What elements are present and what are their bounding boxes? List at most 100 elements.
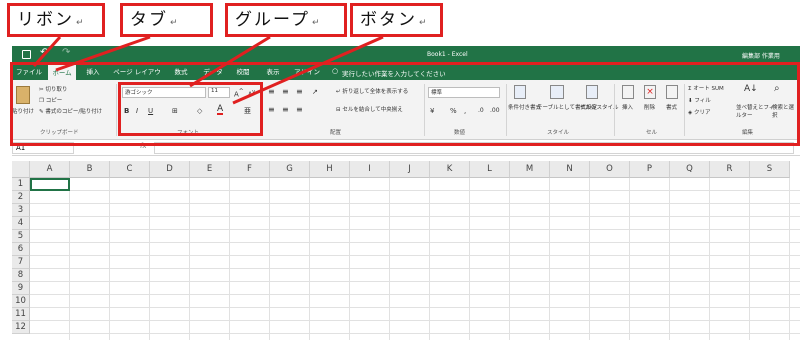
column-header-n[interactable]: N <box>550 161 590 178</box>
row-header-9[interactable]: 9 <box>12 282 30 295</box>
currency-icon[interactable]: ¥ <box>430 107 434 115</box>
tab-view[interactable]: 表示 <box>262 64 284 80</box>
row-header-4[interactable]: 4 <box>12 217 30 230</box>
column-header-c[interactable]: C <box>110 161 150 178</box>
insert-cells-button[interactable]: 挿入 <box>622 104 633 112</box>
comma-icon[interactable]: , <box>464 107 466 115</box>
save-icon[interactable] <box>22 50 31 59</box>
column-header-h[interactable]: H <box>310 161 350 178</box>
row-header-11[interactable]: 11 <box>12 308 30 321</box>
increase-decimal-icon[interactable]: .0 <box>478 107 484 115</box>
tab-review[interactable]: 校閲 <box>232 64 254 80</box>
find-select-button[interactable]: 検索と選択 <box>772 104 798 120</box>
tell-me-box[interactable]: 実行したい作業を入力してください <box>342 68 446 78</box>
fx-icon[interactable]: fx <box>140 142 147 150</box>
paste-button[interactable]: 貼り付け <box>12 108 34 116</box>
tab-home[interactable]: ホーム <box>48 64 76 80</box>
column-header-q[interactable]: Q <box>670 161 710 178</box>
row-header-6[interactable]: 6 <box>12 243 30 256</box>
column-header-d[interactable]: D <box>150 161 190 178</box>
clear-button[interactable]: ◈ クリア <box>688 109 711 117</box>
phonetic-icon[interactable]: 亜 <box>244 107 251 115</box>
fill-button[interactable]: ⬇ フィル <box>688 97 711 105</box>
row-header-7[interactable]: 7 <box>12 256 30 269</box>
align-middle-icon[interactable]: ≡ <box>282 88 289 96</box>
undo-icon[interactable]: ↶ <box>40 47 48 58</box>
delete-cells-button[interactable]: 削除 <box>644 104 655 112</box>
decrease-decimal-icon[interactable]: .00 <box>490 107 500 115</box>
column-header-o[interactable]: O <box>590 161 630 178</box>
underline-icon[interactable]: U <box>148 107 153 115</box>
italic-icon[interactable]: I <box>136 107 138 115</box>
align-center-icon[interactable]: ≡ <box>282 106 289 114</box>
column-header-j[interactable]: J <box>390 161 430 178</box>
border-icon[interactable]: ⊞ <box>172 107 178 115</box>
formula-input[interactable] <box>154 142 794 154</box>
align-top-icon[interactable]: ≡ <box>268 88 275 96</box>
column-header-l[interactable]: L <box>470 161 510 178</box>
font-color-icon[interactable]: A <box>217 105 224 115</box>
format-cells-icon[interactable] <box>666 85 678 99</box>
row-header-12[interactable]: 12 <box>12 321 30 334</box>
tab-insert[interactable]: 挿入 <box>82 64 104 80</box>
column-header-p[interactable]: P <box>630 161 670 178</box>
copy-button[interactable]: ❐ コピー <box>39 97 62 105</box>
tab-addins[interactable]: アドイン <box>292 64 322 80</box>
tab-data[interactable]: データ <box>200 64 226 80</box>
grow-font-icon[interactable]: A^ <box>234 88 244 98</box>
row-header-3[interactable]: 3 <box>12 204 30 217</box>
redo-icon[interactable]: ↷ <box>62 47 70 58</box>
column-header-f[interactable]: F <box>230 161 270 178</box>
row-header-2[interactable]: 2 <box>12 191 30 204</box>
user-name[interactable]: 編集部 作業用 <box>742 51 780 60</box>
font-name-box[interactable]: 游ゴシック <box>122 87 206 98</box>
tab-file[interactable]: ファイル <box>16 64 42 80</box>
column-header-g[interactable]: G <box>270 161 310 178</box>
font-size-box[interactable]: 11 <box>208 87 230 98</box>
merge-center-button[interactable]: ⊟ セルを結合して中央揃え <box>336 106 403 114</box>
autosum-button[interactable]: Σ オート SUM <box>688 85 724 93</box>
fill-color-icon[interactable]: ◇ <box>197 107 202 115</box>
shrink-font-icon[interactable]: Av <box>248 88 255 99</box>
align-left-icon[interactable]: ≡ <box>268 106 275 114</box>
tab-page-layout[interactable]: ページ レイアウト <box>112 64 162 92</box>
select-all-corner[interactable] <box>12 161 30 178</box>
row-header-10[interactable]: 10 <box>12 295 30 308</box>
row-header-5[interactable]: 5 <box>12 230 30 243</box>
conditional-format-icon[interactable] <box>514 85 526 99</box>
active-cell[interactable] <box>30 178 70 191</box>
tab-formulas[interactable]: 数式 <box>170 64 192 80</box>
find-select-icon[interactable]: ⌕ <box>774 83 780 94</box>
cut-button[interactable]: ✂ 切り取り <box>39 86 67 94</box>
paste-icon[interactable] <box>16 86 30 104</box>
align-right-icon[interactable]: ≡ <box>296 106 303 114</box>
column-header-b[interactable]: B <box>70 161 110 178</box>
row-header-1[interactable]: 1 <box>12 178 30 191</box>
column-header-e[interactable]: E <box>190 161 230 178</box>
cell-styles-button[interactable]: セルのスタイル <box>580 104 619 112</box>
column-header-a[interactable]: A <box>30 161 70 178</box>
delete-cells-icon[interactable]: × <box>644 85 656 99</box>
column-header-r[interactable]: R <box>710 161 750 178</box>
bold-icon[interactable]: B <box>124 107 129 115</box>
worksheet-grid[interactable]: ABCDEFGHIJKLMNOPQRS 1 2 3 4 5 6 7 8 9 10 11 12 <box>12 161 800 340</box>
wrap-text-button[interactable]: ↵ 折り返して全体を表示する <box>336 88 408 96</box>
format-table-icon[interactable] <box>550 85 564 99</box>
column-header-s[interactable]: S <box>750 161 790 178</box>
align-bottom-icon[interactable]: ≡ <box>296 88 303 96</box>
name-box[interactable]: A1 <box>12 142 74 154</box>
column-header-i[interactable]: I <box>350 161 390 178</box>
row-header-8[interactable]: 8 <box>12 269 30 282</box>
cell-styles-icon[interactable] <box>586 85 598 99</box>
number-format-box[interactable]: 標準 <box>428 87 500 98</box>
sort-filter-button[interactable]: 並べ替えとフィルター <box>736 104 776 120</box>
column-header-k[interactable]: K <box>430 161 470 178</box>
insert-cells-icon[interactable] <box>622 85 634 99</box>
column-header-m[interactable]: M <box>510 161 550 178</box>
row-gridline <box>30 242 800 243</box>
format-cells-button[interactable]: 書式 <box>666 104 677 112</box>
percent-icon[interactable]: % <box>450 107 457 115</box>
sort-filter-icon[interactable]: A↓ <box>744 84 758 94</box>
format-painter-button[interactable]: ✎ 書式のコピー/貼り付け <box>39 108 102 116</box>
orientation-icon[interactable]: ↗ <box>312 88 318 96</box>
